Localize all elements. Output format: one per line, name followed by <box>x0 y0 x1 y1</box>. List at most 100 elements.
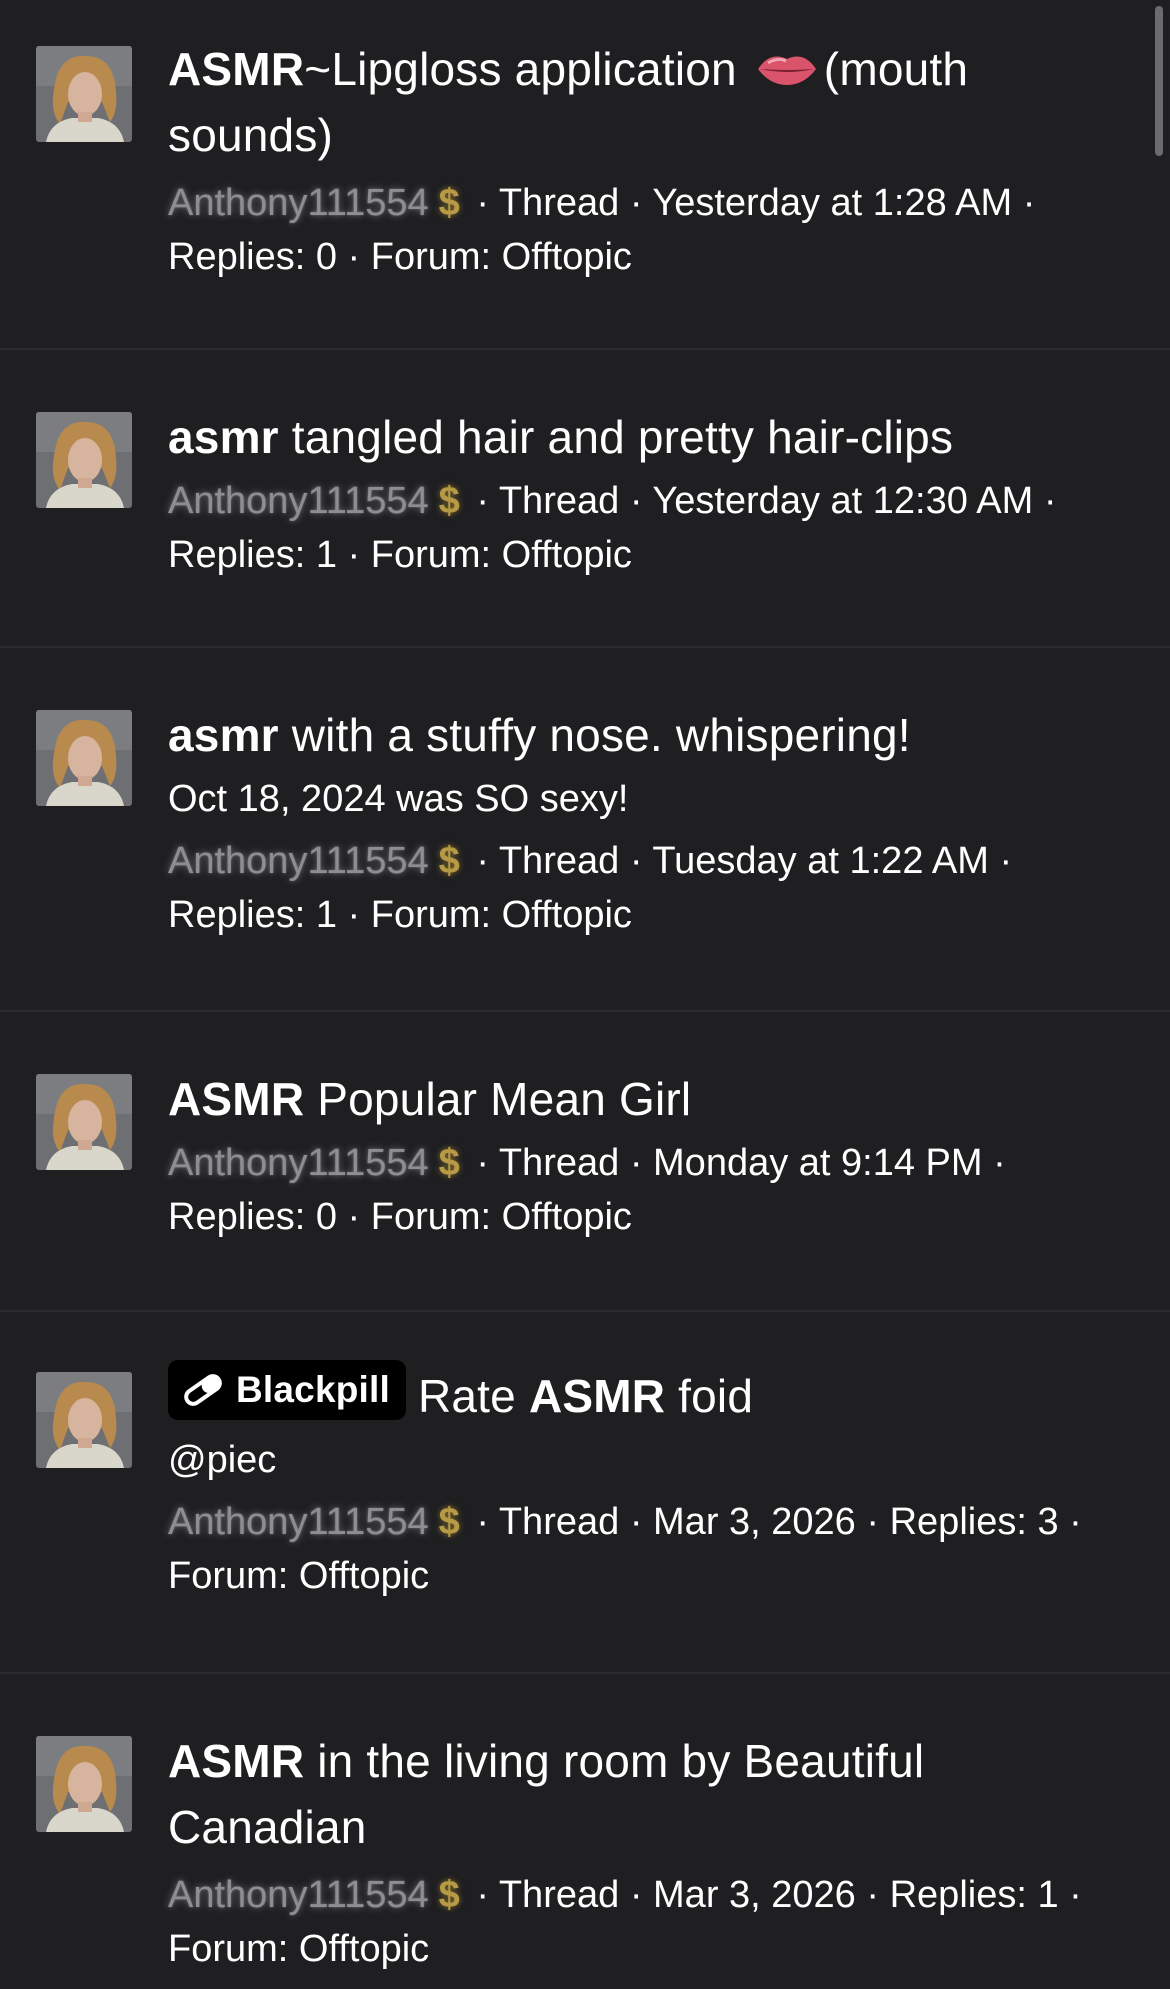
separator: · <box>629 480 643 522</box>
separator: · <box>629 1501 643 1543</box>
thread-meta: Anthony111554 $ · Thread · Yesterday at 1… <box>168 474 1128 582</box>
separator: · <box>1043 480 1057 522</box>
separator: · <box>347 534 361 576</box>
replies-count: Replies: 3 <box>889 1501 1059 1543</box>
replies-count: Replies: 1 <box>889 1874 1059 1916</box>
username-link[interactable]: Anthony111554 <box>168 182 429 224</box>
thread-meta: Anthony111554 $ · Thread · Mar 3, 2026 · … <box>168 1495 1128 1603</box>
thread-date[interactable]: Tuesday at 1:22 AM <box>652 840 989 882</box>
thread-title-link[interactable]: ASMR in the living room by Beautiful Can… <box>168 1728 1128 1860</box>
dollar-icon: $ <box>438 182 460 224</box>
prefix-badge[interactable]: Blackpill <box>168 1360 406 1420</box>
thread-item[interactable]: ASMR Popular Mean Girl Anthony111554 $ · … <box>0 1012 1170 1312</box>
avatar[interactable] <box>36 1372 132 1468</box>
thread-type: Thread <box>498 1501 620 1543</box>
separator: · <box>629 182 643 224</box>
replies-count: Replies: 1 <box>168 534 337 576</box>
thread-item[interactable]: asmr with a stuffy nose. whispering! Oct… <box>0 648 1170 1012</box>
separator: · <box>1069 1501 1082 1543</box>
forum-link[interactable]: Forum: Offtopic <box>168 1928 429 1970</box>
separator: · <box>476 480 489 522</box>
avatar[interactable] <box>36 46 132 142</box>
separator: · <box>866 1874 880 1916</box>
thread-meta: Anthony111554 $ · Thread · Tuesday at 1:2… <box>168 834 1128 942</box>
separator: · <box>347 236 361 278</box>
separator: · <box>476 1501 489 1543</box>
pill-icon <box>184 1374 222 1406</box>
dollar-icon: $ <box>438 480 460 522</box>
separator: · <box>347 894 361 936</box>
thread-type: Thread <box>498 840 620 882</box>
title-keyword: asmr <box>168 709 279 761</box>
separator: · <box>476 1874 489 1916</box>
dollar-icon: $ <box>438 1501 460 1543</box>
separator: · <box>629 840 643 882</box>
title-text: Rate <box>417 1370 516 1422</box>
replies-count: Replies: 1 <box>168 894 337 936</box>
thread-date[interactable]: Yesterday at 12:30 AM <box>652 480 1033 522</box>
forum-link[interactable]: Forum: Offtopic <box>371 534 632 576</box>
forum-link[interactable]: Forum: Offtopic <box>168 1555 429 1597</box>
thread-meta: Anthony111554 $ · Thread · Monday at 9:14… <box>168 1136 1128 1244</box>
thread-date[interactable]: Yesterday at 1:28 AM <box>652 182 1012 224</box>
username-link[interactable]: Anthony111554 <box>168 1142 429 1184</box>
thread-title-link[interactable]: ASMR Popular Mean Girl <box>168 1066 1128 1132</box>
replies-count: Replies: 0 <box>168 1196 337 1238</box>
avatar[interactable] <box>36 1736 132 1832</box>
thread-type: Thread <box>498 182 620 224</box>
username-link[interactable]: Anthony111554 <box>168 1501 429 1543</box>
replies-count: Replies: 0 <box>168 236 337 278</box>
thread-snippet: Oct 18, 2024 was SO sexy! <box>168 778 629 820</box>
prefix-label: Blackpill <box>236 1369 390 1410</box>
thread-item[interactable]: asmr tangled hair and pretty hair-clips … <box>0 350 1170 648</box>
dollar-icon: $ <box>438 1142 460 1184</box>
separator: · <box>993 1142 1006 1184</box>
avatar[interactable] <box>36 710 132 806</box>
thread-type: Thread <box>498 1874 620 1916</box>
dollar-icon: $ <box>438 840 460 882</box>
thread-date[interactable]: Mar 3, 2026 <box>653 1501 856 1543</box>
thread-title-link[interactable]: asmr with a stuffy nose. whispering! <box>168 702 1128 768</box>
title-keyword: ASMR <box>528 1370 666 1422</box>
title-text: ~Lipgloss application <box>304 43 737 95</box>
title-text: tangled hair and pretty hair-clips <box>291 411 954 463</box>
forum-link[interactable]: Forum: Offtopic <box>371 894 632 936</box>
thread-date[interactable]: Mar 3, 2026 <box>653 1874 856 1916</box>
separator: · <box>476 182 489 224</box>
separator: · <box>347 1196 361 1238</box>
thread-item[interactable]: Blackpill Rate ASMR foid @piec Anthony11… <box>0 1312 1170 1674</box>
title-text: with a stuffy nose. whispering! <box>291 709 911 761</box>
thread-type: Thread <box>498 1142 620 1184</box>
forum-link[interactable]: Forum: Offtopic <box>371 236 632 278</box>
title-keyword: asmr <box>168 411 279 463</box>
forum-link[interactable]: Forum: Offtopic <box>371 1196 632 1238</box>
thread-title-link[interactable]: asmr tangled hair and pretty hair-clips <box>168 404 1128 470</box>
separator: · <box>629 1142 643 1184</box>
separator: · <box>866 1501 880 1543</box>
thread-title-link[interactable]: ASMR~Lipgloss application (mouth sounds) <box>168 36 1128 168</box>
separator: · <box>1069 1874 1082 1916</box>
thread-snippet: @piec <box>168 1439 277 1481</box>
thread-item[interactable]: ASMR~Lipgloss application (mouth sounds)… <box>0 0 1170 350</box>
title-keyword: ASMR <box>168 43 305 95</box>
username-link[interactable]: Anthony111554 <box>168 480 429 522</box>
avatar[interactable] <box>36 1074 132 1170</box>
title-keyword: ASMR <box>168 1073 305 1125</box>
thread-meta: Anthony111554 $ · Thread · Yesterday at 1… <box>168 176 1128 284</box>
username-link[interactable]: Anthony111554 <box>168 1874 429 1916</box>
dollar-icon: $ <box>438 1874 460 1916</box>
title-text: foid <box>678 1370 754 1422</box>
thread-meta: Anthony111554 $ · Thread · Mar 3, 2026 · … <box>168 1868 1128 1976</box>
title-keyword: ASMR <box>168 1735 305 1787</box>
separator: · <box>629 1874 643 1916</box>
scrollbar[interactable] <box>1155 6 1163 156</box>
thread-item[interactable]: ASMR in the living room by Beautiful Can… <box>0 1674 1170 1989</box>
username-link[interactable]: Anthony111554 <box>168 840 429 882</box>
separator: · <box>476 840 489 882</box>
avatar[interactable] <box>36 412 132 508</box>
thread-title-link[interactable]: Blackpill Rate ASMR foid <box>168 1360 1128 1429</box>
separator: · <box>999 840 1013 882</box>
thread-date[interactable]: Monday at 9:14 PM <box>653 1142 983 1184</box>
title-text: Popular Mean Girl <box>317 1073 692 1125</box>
lips-icon <box>756 40 818 85</box>
